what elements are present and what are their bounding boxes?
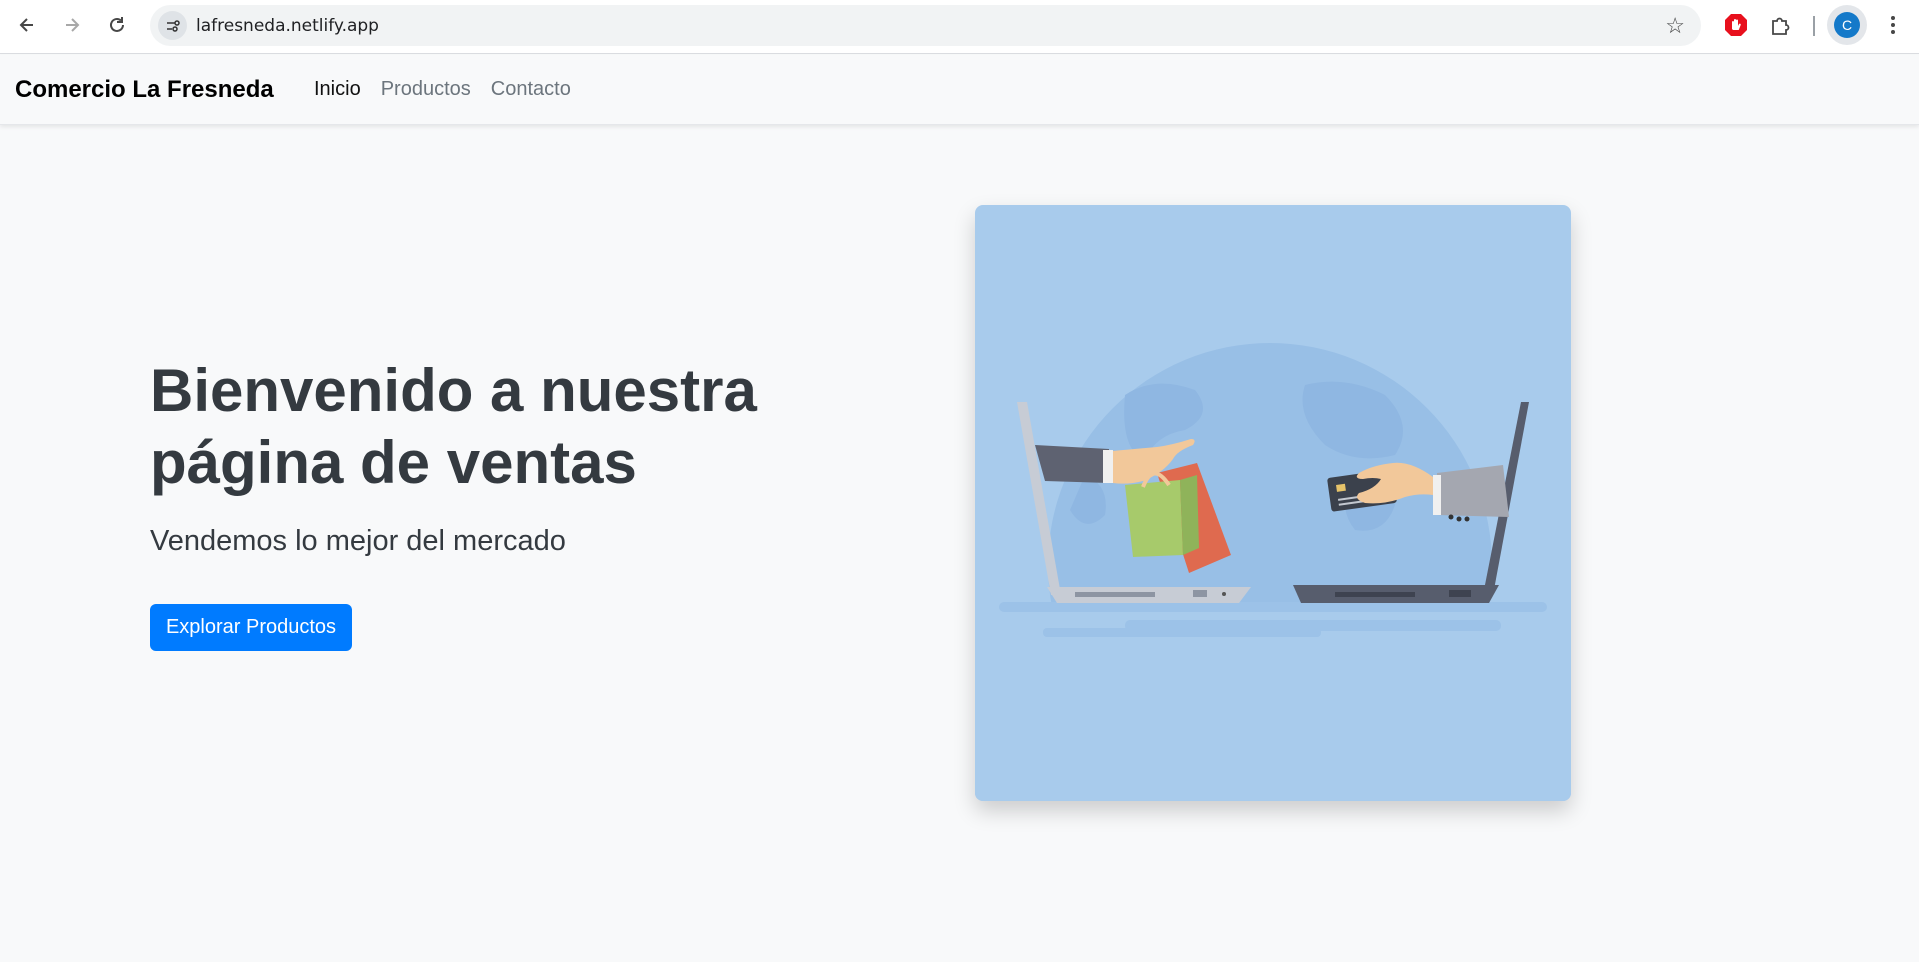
ecommerce-illustration: [975, 343, 1571, 801]
site-navbar: Comercio La Fresneda Inicio Productos Co…: [0, 55, 1919, 125]
kebab-menu-icon[interactable]: [1880, 12, 1906, 38]
address-bar[interactable]: lafresneda.netlify.app ☆: [150, 5, 1701, 46]
avatar: C: [1834, 12, 1860, 38]
forward-button[interactable]: [54, 9, 90, 41]
explore-products-button[interactable]: Explorar Productos: [150, 604, 352, 651]
forward-arrow-icon: [66, 18, 80, 32]
site-info-button[interactable]: [158, 11, 187, 40]
back-arrow-icon: [19, 18, 33, 32]
hero-title: Bienvenido a nuestra página de ventas: [150, 357, 757, 496]
hero-subtitle: Vendemos lo mejor del mercado: [150, 525, 566, 557]
reload-icon: [110, 17, 124, 32]
extensions-puzzle-icon: [1772, 17, 1790, 35]
bookmark-star-icon[interactable]: ☆: [1665, 13, 1685, 39]
browser-toolbar: lafresneda.netlify.app ☆ C: [0, 0, 1919, 54]
back-button[interactable]: [9, 9, 45, 41]
profile-button[interactable]: C: [1827, 5, 1867, 45]
adblock-extension-icon: [1725, 14, 1747, 36]
reload-button[interactable]: [99, 9, 135, 41]
toolbar-divider: [1813, 16, 1815, 36]
site-info-icon: [166, 19, 180, 32]
brand-logo[interactable]: Comercio La Fresneda: [15, 76, 274, 104]
nav-links: Inicio Productos Contacto: [314, 78, 571, 101]
adblock-extension-button[interactable]: [1721, 10, 1751, 40]
url-text[interactable]: lafresneda.netlify.app: [196, 16, 379, 36]
hero-illustration: [975, 205, 1571, 801]
nav-link-productos[interactable]: Productos: [381, 78, 471, 101]
nav-link-contacto[interactable]: Contacto: [491, 78, 571, 101]
nav-link-inicio[interactable]: Inicio: [314, 78, 361, 101]
extensions-button[interactable]: [1766, 10, 1796, 40]
